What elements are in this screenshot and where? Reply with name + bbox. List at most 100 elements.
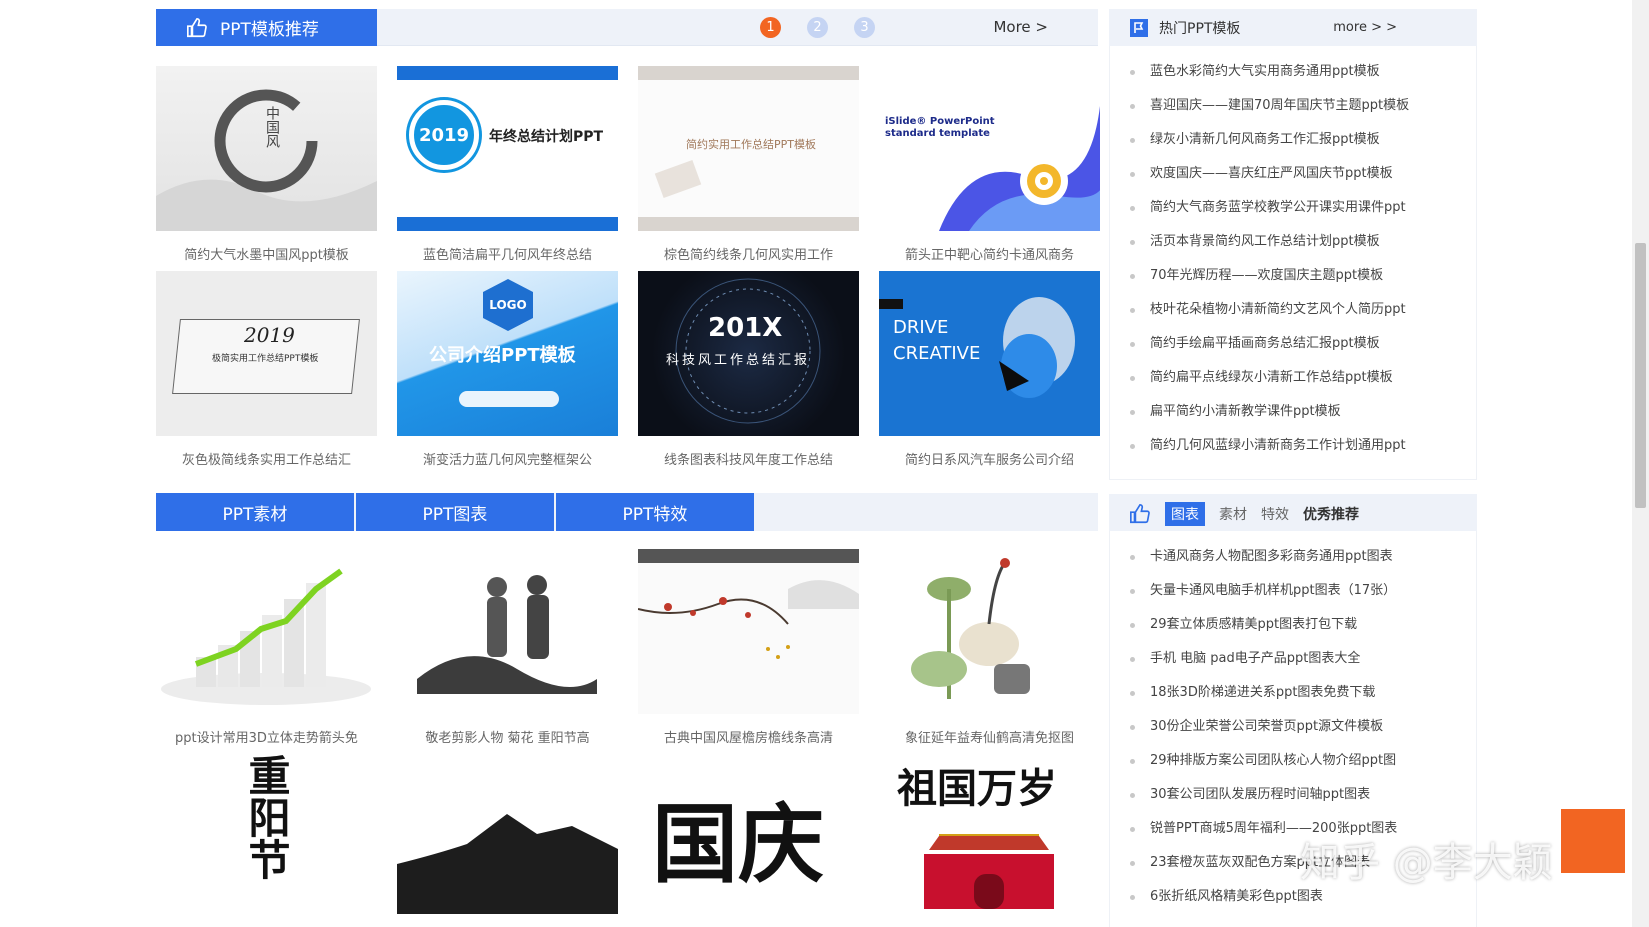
scrollbar-thumb[interactable] <box>1635 243 1646 508</box>
tiananmen-art <box>924 834 1054 909</box>
material-card[interactable]: 祖国万岁 <box>879 754 1100 914</box>
template-card[interactable]: 201X 科技风工作总结汇报 线条图表科技风年度工作总结 <box>638 271 859 468</box>
template-card[interactable]: DRIVE CREATIVE 简约日系风汽车服务公司介绍 <box>879 271 1100 468</box>
elderly-silhouette-art <box>417 575 597 694</box>
pager-dot-3[interactable]: 3 <box>854 17 875 38</box>
hot-more-link[interactable]: more > > <box>1333 20 1397 35</box>
tab-ppt-charts[interactable]: PPT图表 <box>356 493 554 531</box>
template-thumb[interactable]: LOGO 公司介绍PPT模板 <box>397 271 618 436</box>
template-caption: 渐变活力蓝几何风完整框架公 <box>422 453 592 468</box>
charts-header: 图表 素材 特效 优秀推荐 <box>1109 494 1477 531</box>
list-item[interactable]: 欢度国庆——喜庆红庄严风国庆节ppt模板 <box>1130 157 1476 191</box>
thumb-title: 公司介绍PPT模板 <box>429 345 576 366</box>
template-card[interactable]: 中国风 简约大气水墨中国风ppt模板 <box>156 66 377 263</box>
template-thumb[interactable]: iSlide® PowerPoint standard template <box>879 66 1100 231</box>
pager: 1 2 3 <box>760 17 875 38</box>
tab-featured[interactable]: 优秀推荐 <box>1303 504 1359 524</box>
material-thumb[interactable]: 国庆 <box>638 754 859 914</box>
template-caption: 线条图表科技风年度工作总结 <box>663 453 833 468</box>
list-item[interactable]: 简约大气商务蓝学校教学公开课实用课件ppt <box>1130 191 1476 225</box>
list-item[interactable]: 70年光辉历程——欢度国庆主题ppt模板 <box>1130 259 1476 293</box>
list-item[interactable]: 简约扁平点线绿灰小清新工作总结ppt模板 <box>1130 361 1476 395</box>
target-art <box>939 106 1100 231</box>
material-card[interactable] <box>397 754 618 914</box>
material-thumb[interactable] <box>879 549 1100 714</box>
template-card[interactable]: LOGO 公司介绍PPT模板 渐变活力蓝几何风完整框架公 <box>397 271 618 468</box>
material-card[interactable]: 敬老剪影人物 菊花 重阳节高 <box>397 549 618 746</box>
material-card[interactable]: 重阳节 <box>156 754 377 914</box>
charts-tabs: 图表 素材 特效 优秀推荐 <box>1129 502 1359 526</box>
calligraphy-text: 国庆 <box>652 794 824 895</box>
list-item[interactable]: 扁平简约小清新教学课件ppt模板 <box>1130 395 1476 429</box>
list-item[interactable]: 手机 电脑 pad电子产品ppt图表大全 <box>1130 642 1476 676</box>
crane-lotus-art <box>911 558 1030 699</box>
list-item[interactable]: 30份企业荣誉公司荣誉页ppt源文件模板 <box>1130 710 1476 744</box>
hot-list-box: 蓝色水彩简约大气实用商务通用ppt模板 喜迎国庆——建国70周年国庆节主题ppt… <box>1109 46 1477 480</box>
pager-dot-1[interactable]: 1 <box>760 17 781 38</box>
list-item[interactable]: 枝叶花朵植物小清新简约文艺风个人简历ppt <box>1130 293 1476 327</box>
template-thumb[interactable]: 201X 科技风工作总结汇报 <box>638 271 859 436</box>
template-card[interactable]: 简约实用工作总结PPT模板 棕色简约线条几何风实用工作 <box>638 66 859 263</box>
material-thumb[interactable] <box>156 549 377 714</box>
tab-ppt-materials[interactable]: PPT素材 <box>156 493 354 531</box>
material-card[interactable]: ppt设计常用3D立体走势箭头免 <box>156 549 377 746</box>
material-thumb[interactable]: 重阳节 <box>156 754 377 914</box>
hot-title-text: 热门PPT模板 <box>1159 21 1241 37</box>
page-scrollbar[interactable] <box>1632 0 1649 927</box>
template-caption: 箭头正中靶心简约卡通风商务 <box>904 248 1074 263</box>
template-card[interactable]: iSlide® PowerPoint standard template 箭头正… <box>879 66 1100 263</box>
thumb-year: 2019 <box>244 323 295 347</box>
material-thumb[interactable] <box>638 549 859 714</box>
thumb-year: 201X <box>708 313 783 343</box>
material-thumb[interactable]: 祖国万岁 <box>879 754 1100 914</box>
list-item[interactable]: 矢量卡通风电脑手机样机ppt图表（17张） <box>1130 574 1476 608</box>
watermark: 知乎 @李大颖 <box>1300 840 1553 886</box>
list-item[interactable]: 绿灰小清新几何风商务工作汇报ppt模板 <box>1130 123 1476 157</box>
thumb-logo: LOGO <box>489 298 527 312</box>
flag-icon <box>1130 19 1148 37</box>
material-card[interactable]: 古典中国风屋檐房檐线条高清 <box>638 549 859 746</box>
list-item[interactable]: 喜迎国庆——建国70周年国庆节主题ppt模板 <box>1130 89 1476 123</box>
list-item[interactable]: 活页本背景简约风工作总结计划ppt模板 <box>1130 225 1476 259</box>
template-caption: 简约大气水墨中国风ppt模板 <box>184 248 349 263</box>
tab-charts[interactable]: 图表 <box>1165 502 1205 526</box>
material-caption: 敬老剪影人物 菊花 重阳节高 <box>425 731 590 746</box>
material-thumb[interactable] <box>397 549 618 714</box>
3d-steps-art <box>161 568 371 705</box>
list-item[interactable]: 18张3D阶梯递进关系ppt图表免费下载 <box>1130 676 1476 710</box>
thumb-title: 年终总结计划PPT <box>489 129 604 145</box>
templates-more-link[interactable]: More > <box>993 18 1048 36</box>
eaves-plum-art <box>638 549 859 659</box>
calligraphy-text: 重阳节 <box>242 754 291 880</box>
template-thumb[interactable]: 2019 极简实用工作总结PPT模板 <box>156 271 377 436</box>
list-item[interactable]: 29种排版方案公司团队核心人物介绍ppt图 <box>1130 744 1476 778</box>
template-thumb[interactable]: 简约实用工作总结PPT模板 <box>638 66 859 231</box>
page: PPT模板推荐 1 2 3 More > 中国风 简约大气水墨中国风ppt模板 <box>0 0 1649 927</box>
template-thumb[interactable]: DRIVE CREATIVE <box>879 271 1100 436</box>
material-card[interactable]: 象征延年益寿仙鹤高清免抠图 <box>879 549 1100 746</box>
thumb-title: 简约实用工作总结PPT模板 <box>686 138 816 151</box>
list-item[interactable]: 蓝色水彩简约大气实用商务通用ppt模板 <box>1130 55 1476 89</box>
material-card[interactable]: 国庆 <box>638 754 859 914</box>
tab-effects[interactable]: 特效 <box>1261 504 1289 524</box>
hot-header: 热门PPT模板 more > > <box>1109 9 1477 46</box>
material-thumb[interactable] <box>397 754 618 914</box>
tab-materials[interactable]: 素材 <box>1219 504 1247 524</box>
template-thumb[interactable]: 中国风 <box>156 66 377 231</box>
list-item[interactable]: 30套公司团队发展历程时间轴ppt图表 <box>1130 778 1476 812</box>
template-section-title[interactable]: PPT模板推荐 <box>156 9 377 46</box>
hot-title[interactable]: 热门PPT模板 <box>1129 18 1240 38</box>
list-item[interactable]: 卡通风商务人物配图多彩商务通用ppt图表 <box>1130 540 1476 574</box>
template-thumb[interactable]: 2019 年终总结计划PPT <box>397 66 618 231</box>
pager-dot-2[interactable]: 2 <box>807 17 828 38</box>
left-panel: PPT模板推荐 1 2 3 More > 中国风 简约大气水墨中国风ppt模板 <box>156 9 1100 914</box>
material-caption: ppt设计常用3D立体走势箭头免 <box>175 731 358 746</box>
back-to-top-button[interactable] <box>1561 809 1625 873</box>
list-item[interactable]: 简约手绘扁平插画商务总结汇报ppt模板 <box>1130 327 1476 361</box>
list-item[interactable]: 29套立体质感精美ppt图表打包下载 <box>1130 608 1476 642</box>
material-tabs: PPT素材 PPT图表 PPT特效 <box>156 493 1098 531</box>
list-item[interactable]: 简约几何风蓝绿小清新商务工作计划通用ppt <box>1130 429 1476 463</box>
tab-ppt-effects[interactable]: PPT特效 <box>556 493 754 531</box>
template-card[interactable]: 2019 年终总结计划PPT 蓝色简洁扁平几何风年终总结 <box>397 66 618 263</box>
template-card[interactable]: 2019 极简实用工作总结PPT模板 灰色极简线条实用工作总结汇 <box>156 271 377 468</box>
